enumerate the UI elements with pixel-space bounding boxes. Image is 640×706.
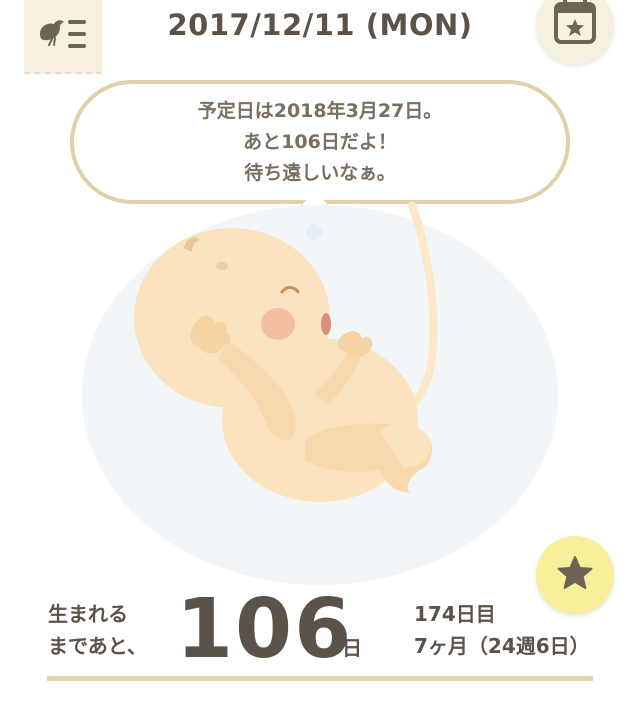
- calendar-star-icon: [554, 0, 596, 44]
- days-left-message: あと106日だよ！: [243, 130, 397, 153]
- speech-bubble: 予定日は2018年3月27日。 あと106日だよ！ 待ち遠しいなぁ。: [70, 80, 570, 204]
- days-remaining: 106: [176, 582, 354, 677]
- looking-forward-message: 待ち遠しいなぁ。: [244, 161, 396, 184]
- month-week-count: 7ヶ月（24週6日）: [414, 634, 590, 658]
- countdown-label: 生まれる まであと、: [48, 598, 147, 662]
- due-date-message: 予定日は2018年3月27日。: [197, 99, 443, 122]
- day-count: 174日目: [414, 602, 496, 626]
- countdown-label-line2: まであと、: [48, 634, 147, 658]
- pregnancy-progress: 174日目 7ヶ月（24週6日）: [414, 598, 590, 662]
- star-icon: [557, 556, 593, 589]
- days-unit: 日: [342, 636, 362, 660]
- fetus-illustration: [82, 201, 558, 585]
- divider: [47, 676, 593, 681]
- countdown-label-line1: 生まれる: [48, 602, 128, 626]
- calendar-button[interactable]: [536, 0, 614, 64]
